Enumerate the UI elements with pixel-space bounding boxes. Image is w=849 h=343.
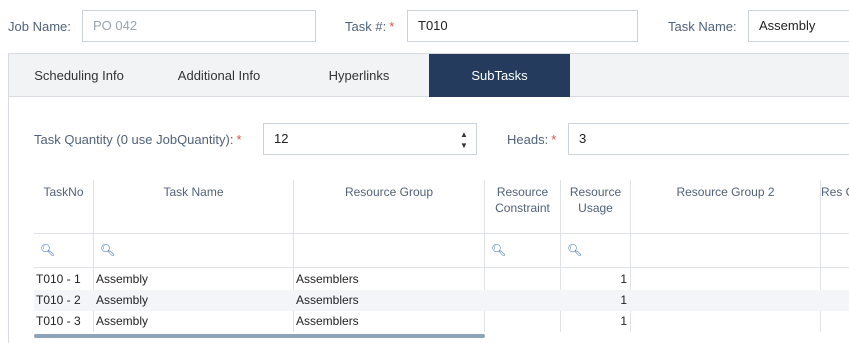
job-name-input[interactable]: PO 042 xyxy=(82,10,316,42)
header-divider xyxy=(34,233,849,234)
column-header-taskno[interactable]: TaskNo xyxy=(34,184,93,200)
filter-search-icon[interactable]: 🔍︎ xyxy=(40,243,55,257)
cell-resource-group: Assemblers xyxy=(296,314,359,328)
cell-resource-usage: 1 xyxy=(620,314,627,328)
column-header-resource-group[interactable]: Resource Group xyxy=(294,184,484,200)
task-no-input[interactable]: T010 xyxy=(407,10,638,42)
column-header-resource-group-2[interactable]: Resource Group 2 xyxy=(631,184,820,200)
table-row[interactable]: T010 - 1 Assembly Assemblers 1 xyxy=(34,269,849,290)
horizontal-scrollbar[interactable] xyxy=(34,334,485,338)
job-name-label: Job Name: xyxy=(8,19,71,34)
required-marker: * xyxy=(236,132,242,147)
column-header-resource-constraint[interactable]: Resource Constraint xyxy=(485,184,560,216)
filter-search-icon[interactable]: 🔍︎ xyxy=(100,243,115,257)
task-name-value: Assembly xyxy=(759,18,816,33)
tab-scheduling-info[interactable]: Scheduling Info xyxy=(9,54,149,97)
tab-bar: Scheduling Info Additional Info Hyperlin… xyxy=(8,53,849,97)
task-no-value: T010 xyxy=(418,18,448,33)
cell-resource-usage: 1 xyxy=(620,293,627,307)
column-header-res-cons[interactable]: Res Cons xyxy=(821,184,849,200)
task-quantity-label: Task Quantity (0 use JobQuantity): * xyxy=(34,132,242,147)
cell-task-no: T010 - 3 xyxy=(36,314,81,328)
tab-subtasks[interactable]: SubTasks xyxy=(429,54,570,97)
task-name-label: Task Name: xyxy=(668,19,737,34)
filter-divider xyxy=(34,267,849,268)
heads-label: Heads: * xyxy=(507,132,557,147)
column-header-task-name[interactable]: Task Name xyxy=(94,184,293,200)
heads-value: 3 xyxy=(579,131,587,146)
required-marker: * xyxy=(551,132,557,147)
cell-task-name: Assembly xyxy=(96,293,149,307)
tab-hyperlinks[interactable]: Hyperlinks xyxy=(289,54,429,97)
spin-up-icon[interactable]: ▲ xyxy=(458,131,470,139)
task-name-input[interactable]: Assembly xyxy=(748,10,849,42)
column-header-resource-usage[interactable]: Resource Usage xyxy=(561,184,630,216)
filter-search-icon[interactable]: 🔍︎ xyxy=(567,243,582,257)
cell-task-no: T010 - 2 xyxy=(36,293,81,307)
filter-search-icon[interactable]: 🔍︎ xyxy=(491,243,506,257)
task-no-label: Task #: * xyxy=(345,19,395,34)
tab-additional-info[interactable]: Additional Info xyxy=(149,54,289,97)
cell-task-no: T010 - 1 xyxy=(36,272,81,286)
task-quantity-stepper[interactable]: 12 ▲ ▼ xyxy=(263,123,477,155)
cell-task-name: Assembly xyxy=(96,272,149,286)
cell-resource-group: Assemblers xyxy=(296,293,359,307)
table-row[interactable]: T010 - 3 Assembly Assemblers 1 xyxy=(34,311,849,332)
cell-task-name: Assembly xyxy=(96,314,149,328)
cell-resource-group: Assemblers xyxy=(296,272,359,286)
subtasks-grid: TaskNo Task Name Resource Group Resource… xyxy=(34,180,849,335)
heads-input[interactable]: 3 xyxy=(568,123,849,155)
cell-resource-usage: 1 xyxy=(620,272,627,286)
task-quantity-value: 12 xyxy=(274,131,289,146)
required-marker: * xyxy=(389,19,395,34)
table-row[interactable]: T010 - 2 Assembly Assemblers 1 xyxy=(34,290,849,311)
job-name-placeholder: PO 042 xyxy=(93,18,138,33)
spin-down-icon[interactable]: ▼ xyxy=(458,142,470,150)
